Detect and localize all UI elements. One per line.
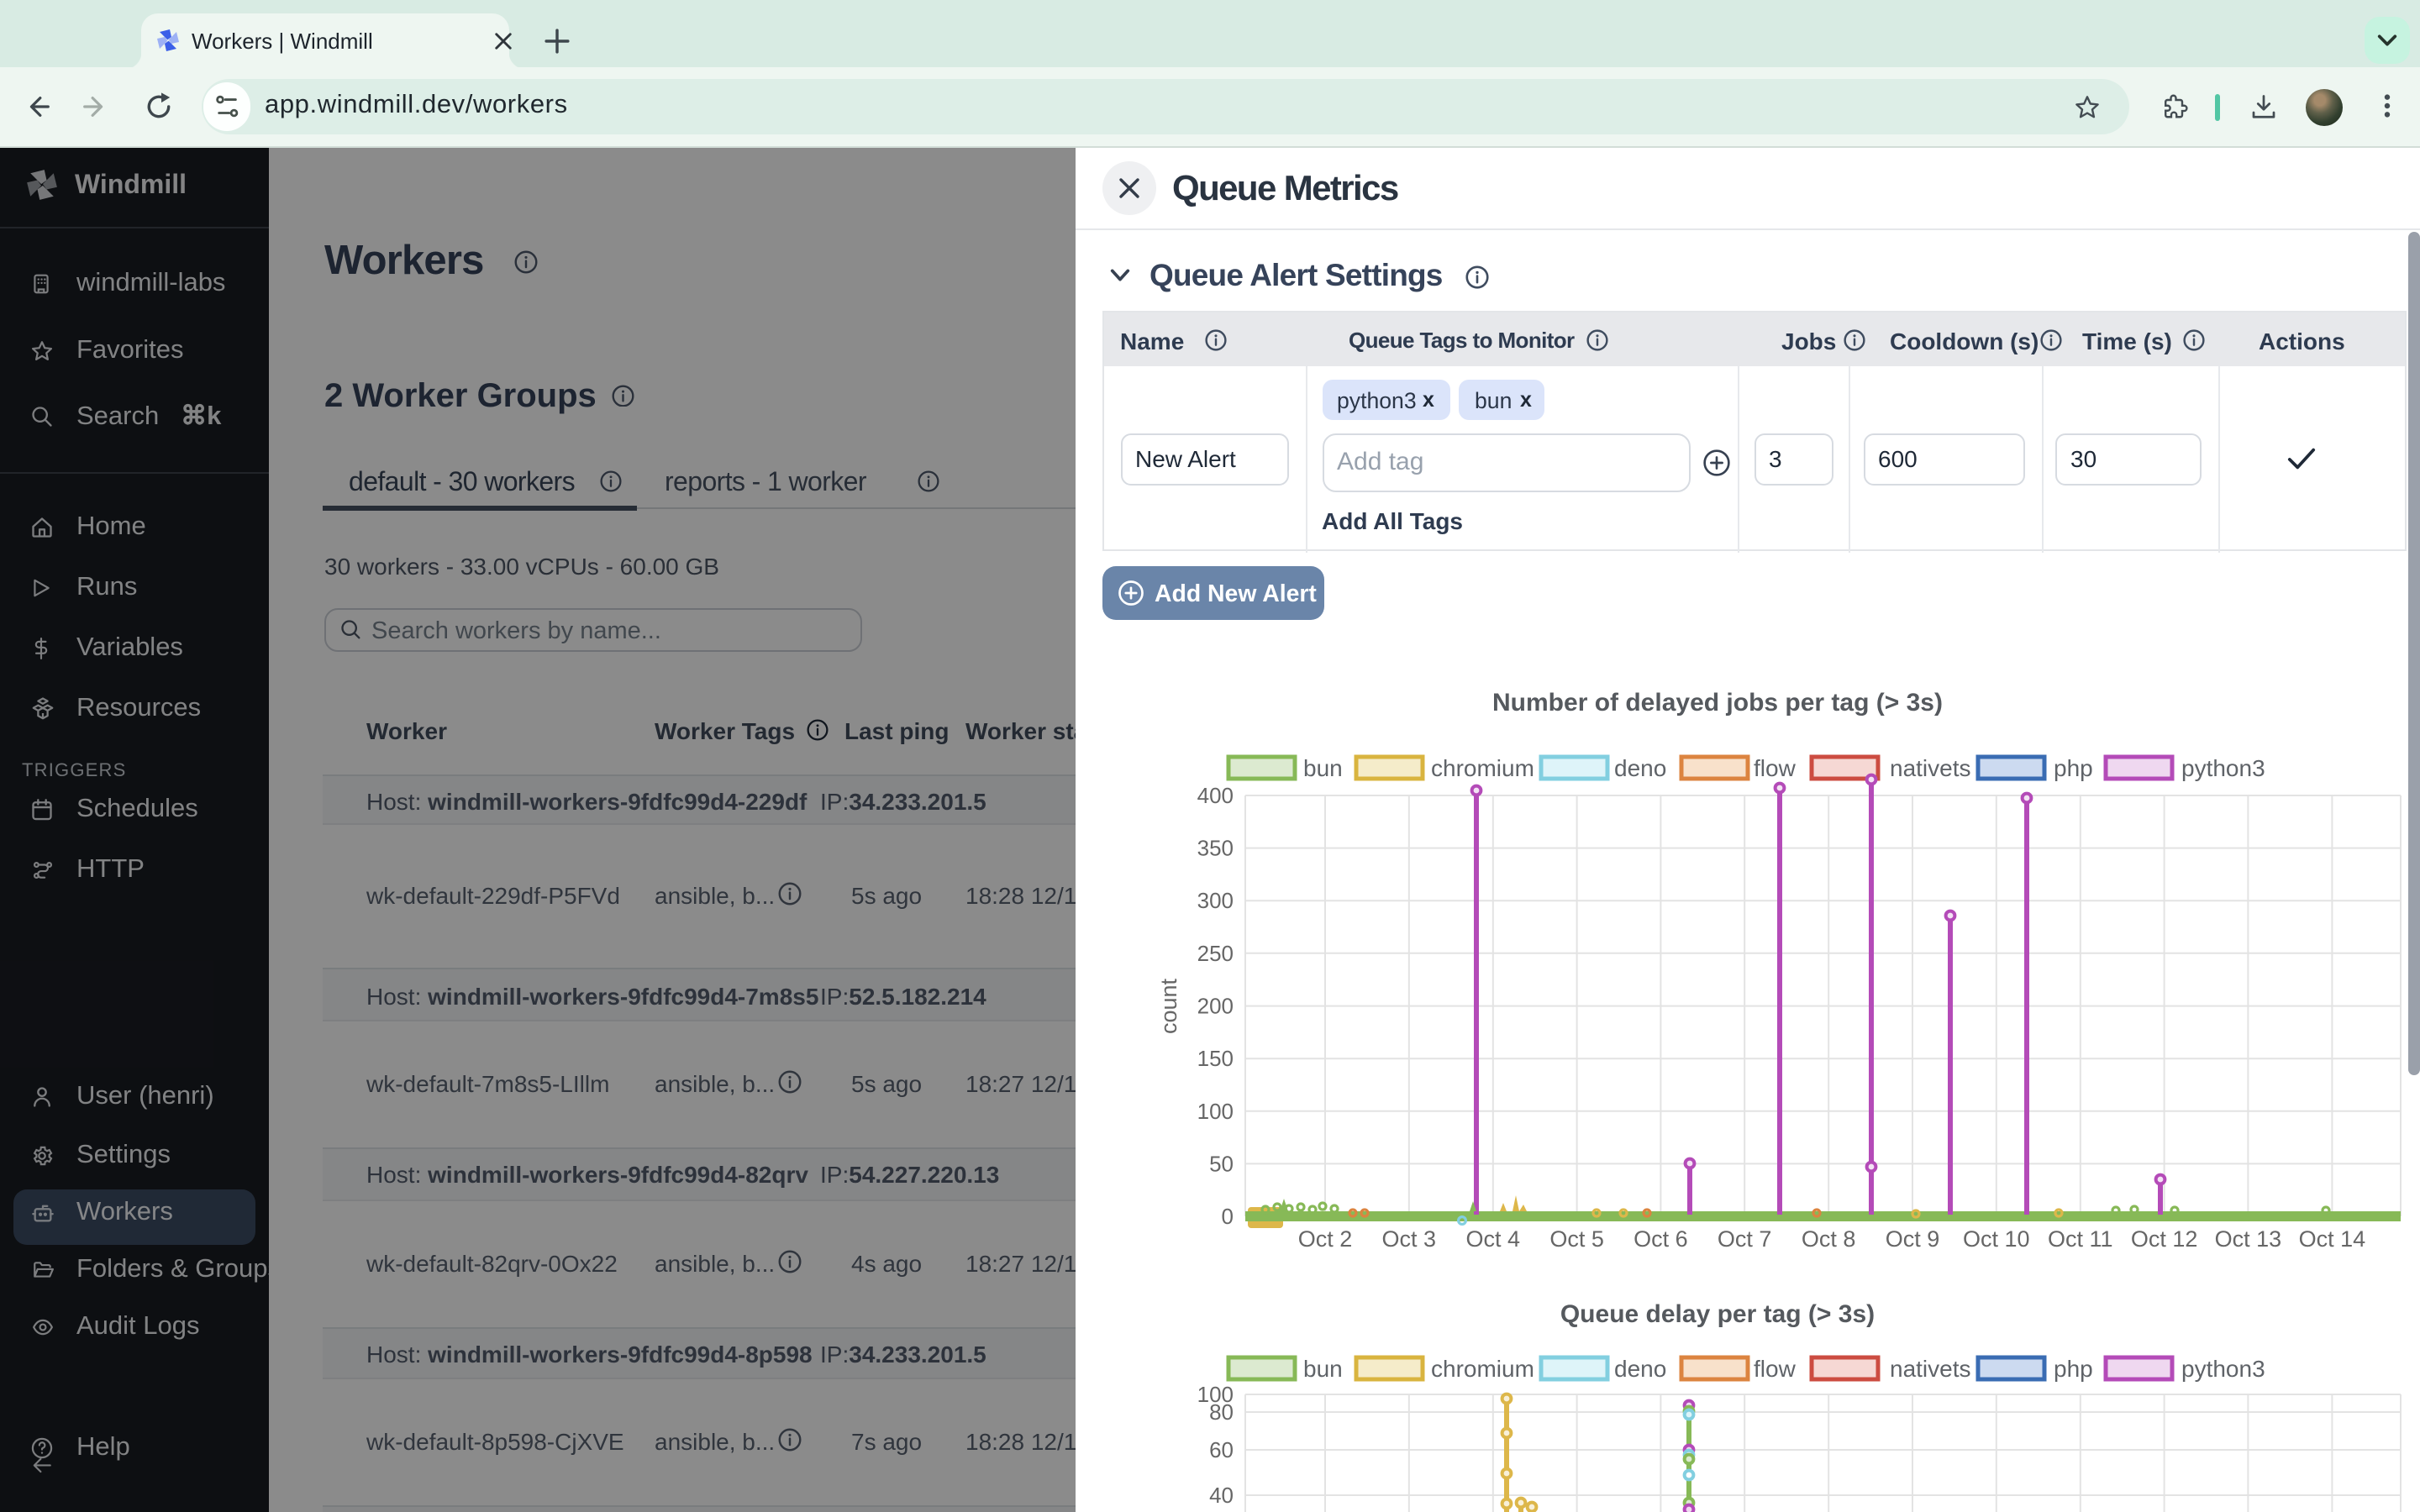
svg-text:50: 50 <box>1209 1151 1234 1176</box>
svg-text:count: count <box>1156 978 1181 1034</box>
svg-text:Queue delay per tag (> 3s): Queue delay per tag (> 3s) <box>1560 1300 1875 1328</box>
svg-text:bun: bun <box>1303 1356 1343 1382</box>
svg-text:nativets: nativets <box>1890 755 1971 781</box>
svg-text:chromium: chromium <box>1431 1356 1534 1382</box>
svg-text:300: 300 <box>1197 888 1234 913</box>
svg-text:Oct 2: Oct 2 <box>1298 1226 1353 1252</box>
svg-text:python3: python3 <box>2181 755 2265 781</box>
svg-text:Oct 8: Oct 8 <box>1802 1226 1856 1252</box>
svg-text:deno: deno <box>1614 755 1666 781</box>
svg-text:php: php <box>2054 755 2093 781</box>
svg-text:0: 0 <box>1222 1204 1234 1229</box>
svg-text:Oct 14: Oct 14 <box>2299 1226 2366 1252</box>
svg-text:python3: python3 <box>2181 1356 2265 1382</box>
svg-text:Oct 12: Oct 12 <box>2131 1226 2198 1252</box>
svg-text:Oct 11: Oct 11 <box>2048 1226 2113 1252</box>
svg-text:Oct 6: Oct 6 <box>1634 1226 1688 1252</box>
svg-text:80: 80 <box>1209 1399 1234 1425</box>
svg-text:Oct 3: Oct 3 <box>1382 1226 1437 1252</box>
svg-text:60: 60 <box>1209 1437 1234 1462</box>
svg-text:Oct 4: Oct 4 <box>1466 1226 1521 1252</box>
svg-text:150: 150 <box>1197 1046 1234 1071</box>
svg-text:100: 100 <box>1197 1099 1234 1124</box>
svg-text:Oct 7: Oct 7 <box>1718 1226 1772 1252</box>
svg-text:bun: bun <box>1303 755 1343 781</box>
svg-text:40: 40 <box>1209 1483 1234 1508</box>
svg-text:350: 350 <box>1197 836 1234 861</box>
svg-text:400: 400 <box>1197 783 1234 808</box>
svg-text:Oct 5: Oct 5 <box>1549 1226 1604 1252</box>
svg-text:nativets: nativets <box>1890 1356 1971 1382</box>
svg-text:200: 200 <box>1197 993 1234 1018</box>
svg-text:Oct 13: Oct 13 <box>2215 1226 2282 1252</box>
svg-text:flow: flow <box>1754 755 1797 781</box>
svg-text:php: php <box>2054 1356 2093 1382</box>
svg-text:deno: deno <box>1614 1356 1666 1382</box>
svg-text:Oct 9: Oct 9 <box>1886 1226 1940 1252</box>
svg-text:flow: flow <box>1754 1356 1797 1382</box>
svg-text:chromium: chromium <box>1431 755 1534 781</box>
svg-text:250: 250 <box>1197 941 1234 966</box>
svg-text:Number of delayed jobs per tag: Number of delayed jobs per tag (> 3s) <box>1492 689 1943 717</box>
svg-text:Oct 10: Oct 10 <box>1963 1226 2030 1252</box>
